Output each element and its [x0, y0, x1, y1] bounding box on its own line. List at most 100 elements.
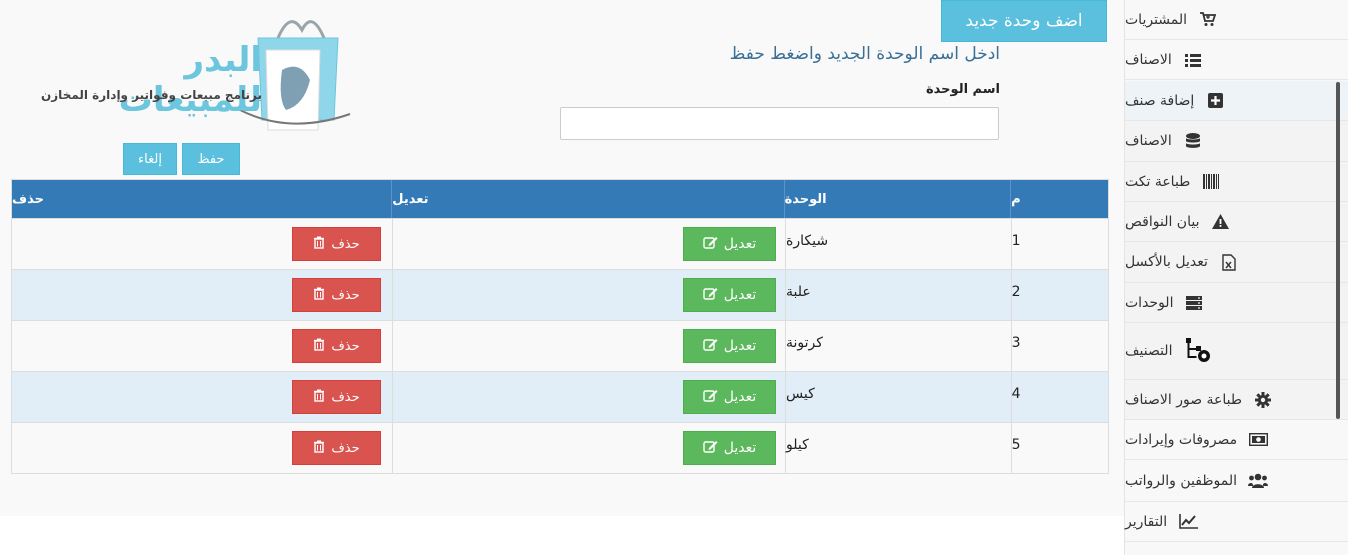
column-header-number: م — [1011, 191, 1021, 207]
delete-label: حذف — [331, 440, 360, 456]
add-new-unit-button[interactable]: اضف وحدة جديد — [941, 0, 1107, 42]
cell-unit: كرتونة — [786, 321, 1012, 371]
sidebar-item-label: طباعة صور الاصناف — [1125, 391, 1243, 408]
edit-label: تعديل — [723, 287, 757, 303]
edit-button[interactable]: تعديل — [683, 380, 776, 414]
trash-icon — [313, 389, 325, 406]
edit-button[interactable]: تعديل — [683, 227, 776, 261]
sidebar-item-4[interactable]: الاصناف — [1125, 121, 1348, 162]
excel-file-icon — [1219, 252, 1239, 272]
plus-square-icon — [1205, 91, 1225, 111]
trash-icon — [313, 236, 325, 253]
sidebar-item-label: طباعة تكت — [1125, 173, 1191, 190]
table-row: حذف تعديل شيكارة 1 — [12, 218, 1108, 269]
column-header-unit: الوحدة — [785, 180, 1012, 218]
sidebar-item-10[interactable]: طباعة صور الاصناف — [1125, 380, 1348, 420]
cell-number: 1 — [1011, 233, 1021, 249]
unit-name-label: اسم الوحدة — [925, 82, 1000, 97]
sidebar-item-11[interactable]: مصروفات وإيرادات — [1125, 420, 1348, 460]
delete-button[interactable]: حذف — [292, 431, 381, 465]
edit-icon — [703, 287, 718, 304]
cell-delete: حذف — [12, 372, 393, 422]
sidebar-item-label: الموظفين والرواتب — [1125, 472, 1237, 489]
edit-label: تعديل — [723, 338, 757, 354]
logo: البدر للمبيعات برنامج مبيعات وفواتير وإد… — [20, 10, 360, 135]
sidebar-item-2[interactable]: الاصناف — [1125, 40, 1348, 80]
cell-edit: تعديل — [393, 372, 786, 422]
cell-delete: حذف — [12, 423, 393, 473]
trash-icon — [313, 440, 325, 457]
table-body: حذف تعديل شيكارة 1 حذف تعديل علبة 2 حذف تعديل كرتو… — [12, 218, 1108, 473]
table-row: حذف تعديل علبة 2 — [12, 269, 1108, 320]
sidebar-item-label: بيان النواقص — [1125, 213, 1200, 230]
money-icon — [1248, 430, 1268, 450]
edit-label: تعديل — [723, 236, 757, 252]
sidebar-item-label: التقارير — [1125, 513, 1168, 530]
sidebar-item-label: تعديل بالأكسل — [1125, 254, 1208, 270]
trash-icon — [313, 338, 325, 355]
cell-unit: شيكارة — [786, 219, 1012, 269]
save-button[interactable]: حفظ — [182, 143, 240, 175]
cell-delete: حذف — [12, 321, 393, 371]
sidebar-item-label: الاصناف — [1125, 51, 1172, 68]
cell-edit: تعديل — [393, 423, 786, 473]
users-icon — [1247, 471, 1268, 491]
server-icon — [1184, 293, 1204, 313]
category-gear-icon — [1183, 337, 1213, 365]
cell-delete: حذف — [12, 270, 393, 320]
sidebar-item-1[interactable]: المشتريات — [1125, 0, 1348, 40]
sidebar-item-label: الاصناف — [1125, 133, 1172, 149]
sidebar-item-9[interactable]: التصنيف — [1125, 323, 1348, 380]
submenu-indicator-bar — [1336, 82, 1340, 419]
cell-unit: كيلو — [786, 423, 1012, 473]
sidebar-item-label: إضافة صنف — [1125, 92, 1195, 109]
main-footer-area — [0, 516, 1124, 555]
cell-number: 4 — [1011, 386, 1021, 402]
cell-edit: تعديل — [393, 321, 786, 371]
units-table: حذف تعديل الوحدة م حذف تعديل شيكارة 1 حذف تعد… — [11, 179, 1109, 474]
column-header-delete: حذف — [12, 180, 393, 218]
cart-icon — [1198, 10, 1218, 30]
delete-button[interactable]: حذف — [292, 227, 381, 261]
delete-label: حذف — [331, 236, 360, 252]
delete-label: حذف — [331, 389, 360, 405]
edit-icon — [703, 236, 718, 253]
sidebar-item-label: مصروفات وإيرادات — [1125, 431, 1238, 448]
barcode-icon — [1201, 172, 1221, 192]
edit-icon — [703, 389, 718, 406]
warning-icon — [1210, 212, 1230, 232]
edit-icon — [703, 440, 718, 457]
sidebar-item-13[interactable]: التقارير — [1125, 502, 1348, 542]
sidebar-item-label: الوحدات — [1125, 294, 1174, 311]
sidebar-item-5[interactable]: طباعة تكت — [1125, 162, 1348, 202]
unit-name-input[interactable] — [560, 107, 999, 140]
table-header-row: حذف تعديل الوحدة م — [12, 180, 1108, 218]
table-row: حذف تعديل كيس 4 — [12, 371, 1108, 422]
edit-label: تعديل — [723, 389, 757, 405]
sidebar-item-7[interactable]: تعديل بالأكسل — [1125, 242, 1348, 283]
table-row: حذف تعديل كرتونة 3 — [12, 320, 1108, 371]
delete-button[interactable]: حذف — [292, 380, 381, 414]
cell-number: 2 — [1011, 284, 1021, 300]
edit-button[interactable]: تعديل — [683, 329, 776, 363]
database-icon — [1183, 131, 1203, 151]
delete-label: حذف — [331, 287, 360, 303]
table-row: حذف تعديل كيلو 5 — [12, 422, 1108, 473]
delete-button[interactable]: حذف — [292, 278, 381, 312]
delete-label: حذف — [331, 338, 360, 354]
sidebar-item-8[interactable]: الوحدات — [1125, 283, 1348, 323]
edit-label: تعديل — [723, 440, 757, 456]
sidebar-item-6[interactable]: بيان النواقص — [1125, 202, 1348, 242]
cell-unit: كيس — [786, 372, 1012, 422]
column-header-edit: تعديل — [392, 180, 785, 218]
cancel-button[interactable]: إلغاء — [123, 143, 177, 175]
edit-button[interactable]: تعديل — [683, 431, 776, 465]
sidebar-item-12[interactable]: الموظفين والرواتب — [1125, 460, 1348, 502]
delete-button[interactable]: حذف — [292, 329, 381, 363]
cell-delete: حذف — [12, 219, 393, 269]
edit-button[interactable]: تعديل — [683, 278, 776, 312]
sidebar-item-label: المشتريات — [1125, 11, 1188, 28]
trash-icon — [313, 287, 325, 304]
sidebar-item-3[interactable]: إضافة صنف — [1125, 81, 1348, 121]
sidebar: المشتريات الاصناف إضافة صنف الاصناف طباعة تك… — [1124, 0, 1348, 555]
